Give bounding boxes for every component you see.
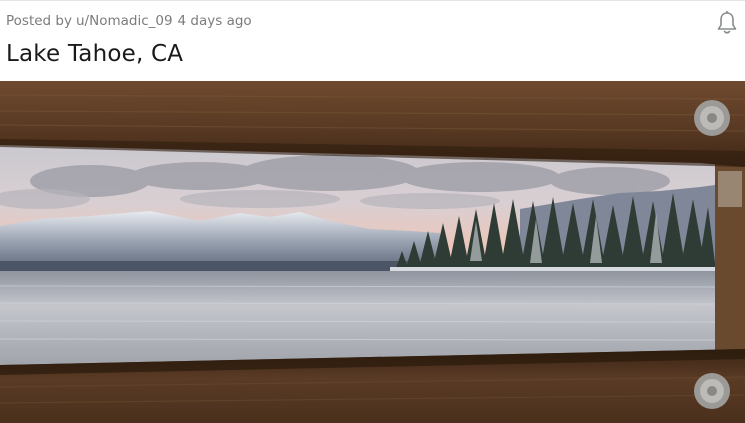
post-meta: Posted by u/Nomadic_09 4 days ago <box>6 12 252 30</box>
post-title[interactable]: Lake Tahoe, CA <box>6 41 183 67</box>
bolt-top <box>694 100 730 136</box>
post-top-border <box>0 0 745 1</box>
post-timestamp: 4 days ago <box>177 13 252 29</box>
posted-by-label: Posted by <box>6 13 72 29</box>
post-image[interactable] <box>0 81 745 423</box>
lake-tahoe-photo <box>0 81 745 423</box>
bolt-bottom <box>694 373 730 409</box>
bell-icon[interactable] <box>713 9 741 37</box>
author-link[interactable]: u/Nomadic_09 <box>76 13 173 29</box>
